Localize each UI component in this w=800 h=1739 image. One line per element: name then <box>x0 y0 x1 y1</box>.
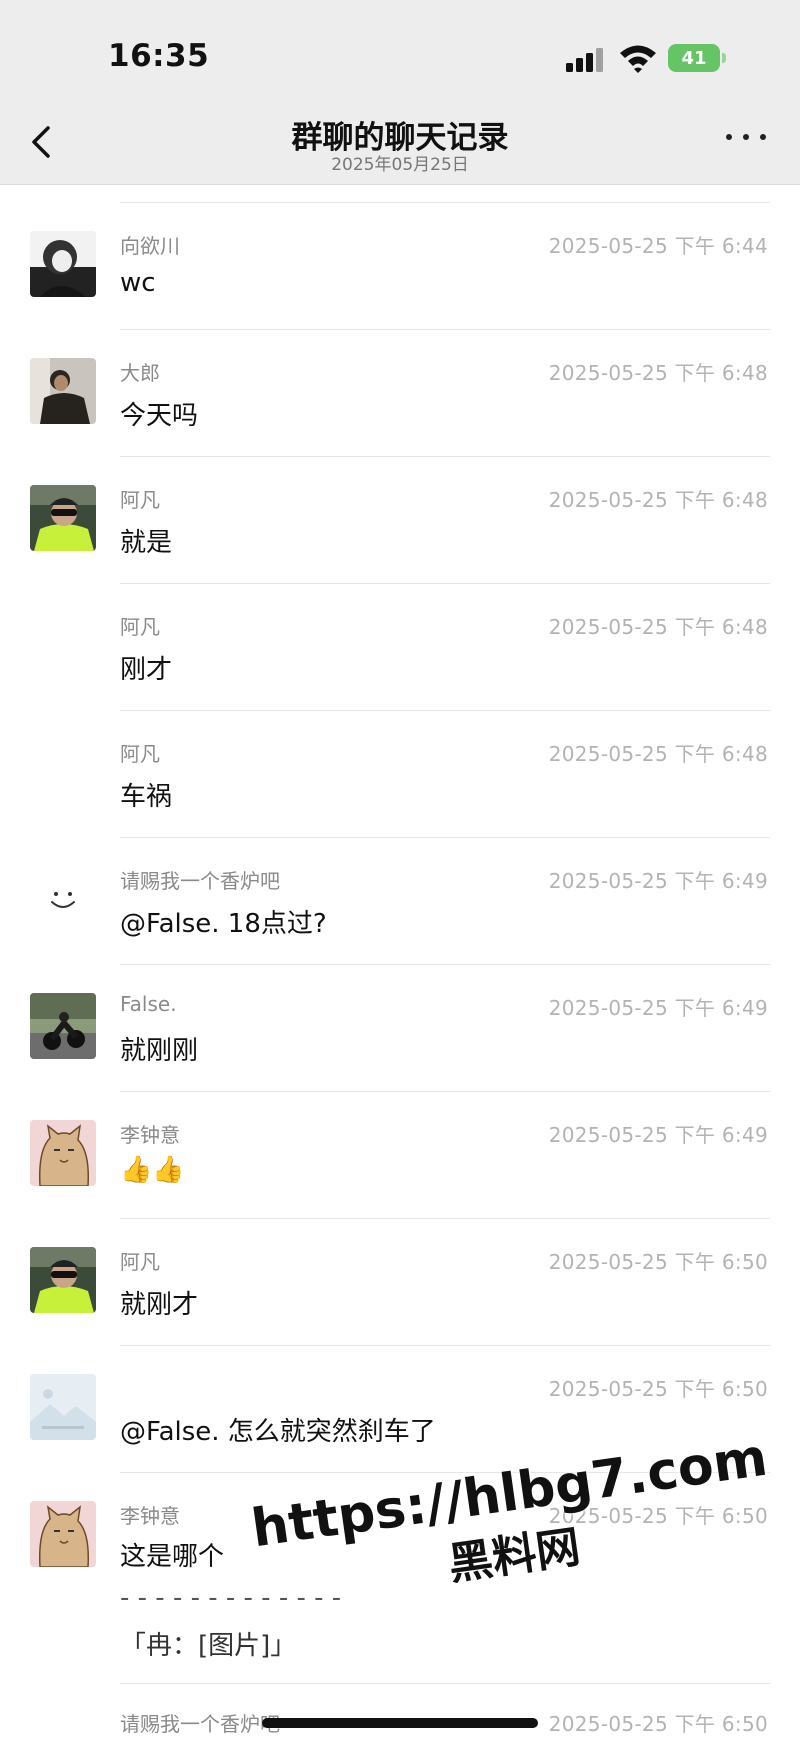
message-time: 2025-05-25 下午 6:49 <box>548 869 768 893</box>
wifi-icon <box>620 45 656 73</box>
sender-name: 向欲川 <box>120 234 180 258</box>
avatar[interactable] <box>30 231 96 297</box>
avatar-image <box>30 358 96 424</box>
message-item[interactable]: 阿凡 2025-05-25 下午 6:48 车祸 <box>0 711 800 838</box>
message-text: 就刚刚 <box>120 1036 199 1066</box>
sender-name: 阿凡 <box>120 1250 160 1274</box>
sender-name: 李钟意 <box>120 1123 180 1147</box>
avatar[interactable] <box>30 1374 96 1440</box>
sender-name: 阿凡 <box>120 488 160 512</box>
sender-name: 请赐我一个香炉吧 <box>120 1712 280 1736</box>
message-text: 今天吗 <box>120 401 199 431</box>
message-text: 刚才 <box>120 655 173 685</box>
more-options-icon[interactable] <box>726 132 770 144</box>
avatar-image <box>30 485 96 551</box>
message-text: 👍👍 <box>120 1155 185 1185</box>
sender-name: 阿凡 <box>120 615 160 639</box>
avatar-image <box>30 1120 96 1186</box>
message-time: 2025-05-25 下午 6:49 <box>548 1123 768 1147</box>
message-time: 2025-05-25 下午 6:44 <box>548 234 768 258</box>
avatar[interactable] <box>30 485 96 551</box>
message-text: @False. 18点过? <box>120 909 327 939</box>
message-time: 2025-05-25 下午 6:50 <box>548 1377 768 1401</box>
battery-level: 41 <box>681 47 707 69</box>
message-item[interactable]: 向欲川 2025-05-25 下午 6:44 wc <box>0 203 800 330</box>
message-time: 2025-05-25 下午 6:48 <box>548 742 768 766</box>
message-text: 这是哪个 <box>120 1542 225 1572</box>
quoted-reply[interactable]: 「冉：[图片]」 <box>120 1625 296 1662</box>
avatar[interactable] <box>30 358 96 424</box>
sender-name: 请赐我一个香炉吧 <box>120 869 280 893</box>
landscape-image-icon <box>30 1374 96 1440</box>
avatar[interactable] <box>30 1501 96 1567</box>
message-text: 就刚才 <box>120 1290 199 1320</box>
message-text: 就是 <box>120 528 173 558</box>
message-text: wc <box>120 268 156 298</box>
message-item[interactable]: 阿凡 2025-05-25 下午 6:48 刚才 <box>0 584 800 711</box>
message-text: 车祸 <box>120 782 173 812</box>
message-time: 2025-05-25 下午 6:50 <box>548 1712 768 1736</box>
message-item[interactable]: 请赐我一个香炉吧 2025-05-25 下午 6:49 @False. 18点过… <box>0 838 800 965</box>
sender-name: 李钟意 <box>120 1504 180 1528</box>
message-time: 2025-05-25 下午 6:48 <box>548 488 768 512</box>
avatar[interactable] <box>30 993 96 1059</box>
message-item[interactable]: 李钟意 2025-05-25 下午 6:49 👍👍 <box>0 1092 800 1219</box>
page-date: 2025年05月25日 <box>331 155 469 175</box>
sender-name: False. <box>120 992 177 1016</box>
avatar-image <box>30 1247 96 1313</box>
avatar[interactable] <box>30 866 96 932</box>
avatar[interactable] <box>30 1120 96 1186</box>
avatar-image <box>30 231 96 297</box>
message-text: @False. 怎么就突然刹车了 <box>120 1417 436 1447</box>
message-item[interactable]: 阿凡 2025-05-25 下午 6:50 就刚才 <box>0 1219 800 1346</box>
smiley-face-icon <box>30 866 96 932</box>
cellular-signal-icon <box>566 46 606 72</box>
message-item[interactable]: 大郎 2025-05-25 下午 6:48 今天吗 <box>0 330 800 457</box>
message-time: 2025-05-25 下午 6:50 <box>548 1250 768 1274</box>
message-time: 2025-05-25 下午 6:48 <box>548 361 768 385</box>
sender-name: 大郎 <box>120 361 160 385</box>
avatar-image <box>30 1501 96 1567</box>
message-item[interactable]: False. 2025-05-25 下午 6:49 就刚刚 <box>0 965 800 1092</box>
battery-icon: 41 <box>668 44 726 72</box>
sender-name: 阿凡 <box>120 742 160 766</box>
message-item[interactable]: 阿凡 2025-05-25 下午 6:48 就是 <box>0 457 800 584</box>
home-indicator[interactable] <box>262 1718 538 1728</box>
top-bar: 16:35 41 群聊的聊天记录 2025年05月25日 <box>0 0 800 185</box>
avatar-image <box>30 993 96 1059</box>
message-time: 2025-05-25 下午 6:48 <box>548 615 768 639</box>
status-time: 16:35 <box>108 38 210 74</box>
message-time: 2025-05-25 下午 6:49 <box>548 996 768 1020</box>
avatar[interactable] <box>30 1247 96 1313</box>
message-item[interactable]: 请赐我一个香炉吧 2025-05-25 下午 6:50 <box>0 1684 800 1739</box>
